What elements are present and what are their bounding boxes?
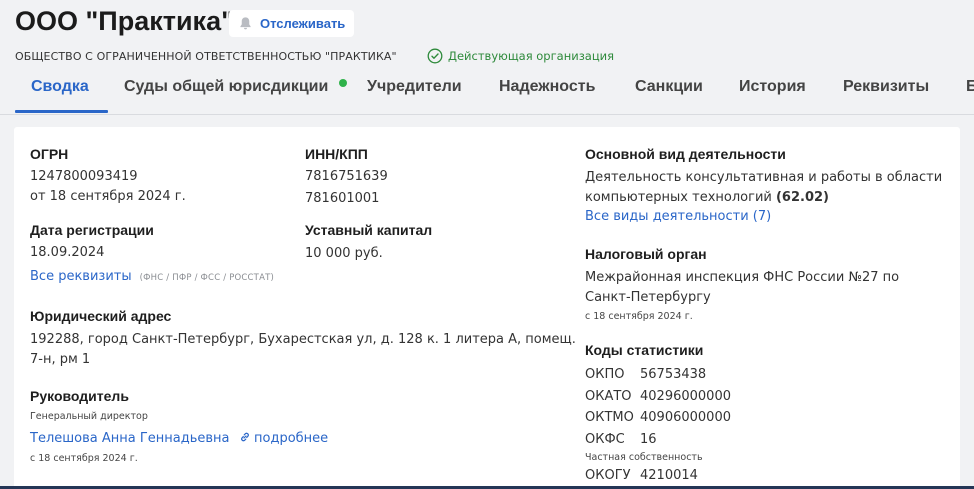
company-header: ООО "Практика" Отслеживать ОБЩЕСТВО С ОГ… — [0, 0, 974, 114]
activity-line-2: компьютерных технологий (62.02) — [585, 188, 829, 208]
code-key: ОКОГУ — [585, 468, 631, 483]
link-icon — [241, 432, 249, 442]
head-since: с 18 сентября 2024 г. — [30, 453, 138, 464]
tab-requisites[interactable]: Реквизиты — [843, 78, 929, 96]
activity-text: компьютерных технологий — [585, 190, 772, 205]
tax-label: Налоговый орган — [585, 246, 707, 262]
status-badge: Действующая организация — [427, 48, 614, 64]
tab-history[interactable]: История — [739, 78, 806, 96]
all-activities-link[interactable]: Все виды деятельности (7) — [585, 207, 771, 227]
code-row-okpo: ОКПО 56753438 — [585, 367, 706, 382]
code-row-oktmo: ОКТМО 40906000000 — [585, 410, 731, 425]
tab-reliability[interactable]: Надежность — [499, 78, 595, 96]
check-circle-icon — [427, 48, 443, 64]
code-key: ОКТМО — [585, 410, 634, 425]
capital-label: Уставный капитал — [305, 222, 433, 238]
reg-date-label: Дата регистрации — [30, 222, 154, 238]
all-requisites-link[interactable]: Все реквизиты (ФНС / ПФР / ФСС / РОССТАТ) — [30, 267, 274, 288]
tax-line-2: Санкт-Петербургу — [585, 290, 711, 305]
new-badge-dot — [339, 79, 347, 87]
tabs-divider — [0, 114, 974, 115]
kpp-value: 781601001 — [305, 191, 380, 206]
active-tab-indicator — [15, 110, 108, 113]
track-button-label: Отслеживать — [260, 16, 346, 31]
head-label: Руководитель — [30, 388, 129, 404]
address-line-1: 192288, город Санкт-Петербург, Бухарестс… — [30, 332, 576, 347]
company-title: ООО "Практика" — [15, 6, 234, 36]
head-name-link[interactable]: Телешова Анна Геннадьевна — [30, 429, 230, 449]
status-text: Действующая организация — [448, 49, 615, 63]
tab-founders[interactable]: Учредители — [367, 78, 462, 96]
summary-card: ОГРН 1247800093419 от 18 сентября 2024 г… — [14, 127, 960, 489]
reg-date-value: 18.09.2024 — [30, 245, 105, 260]
head-more-label[interactable]: подробнее — [254, 431, 328, 446]
code-key: ОКАТО — [585, 389, 632, 404]
activity-line-1: Деятельность консультативная и работы в … — [585, 170, 943, 185]
code-key: ОКФС — [585, 432, 625, 447]
code-value: 56753438 — [640, 367, 707, 382]
tax-line-1: Межрайонная инспекция ФНС России №27 по — [585, 270, 900, 285]
head-more-link[interactable]: подробнее — [239, 429, 328, 449]
requisites-sources: (ФНС / ПФР / ФСС / РОССТАТ) — [139, 273, 274, 283]
code-row-okfs: ОКФС 16 — [585, 432, 657, 447]
track-button[interactable]: Отслеживать — [229, 10, 355, 37]
code-value: 16 — [640, 432, 657, 447]
tax-since: с 18 сентября 2024 г. — [585, 311, 693, 322]
company-full-name: ОБЩЕСТВО С ОГРАНИЧЕННОЙ ОТВЕТСТВЕННОСТЬЮ… — [15, 50, 397, 63]
code-key: ОКПО — [585, 367, 625, 382]
codes-label: Коды статистики — [585, 342, 704, 358]
activity-label: Основной вид деятельности — [585, 146, 786, 162]
code-value: 40296000000 — [640, 389, 731, 404]
tab-sanctions[interactable]: Санкции — [635, 78, 703, 96]
tab-summary[interactable]: Сводка — [31, 78, 89, 96]
head-position: Генеральный директор — [30, 411, 148, 422]
all-requisites-label[interactable]: Все реквизиты — [30, 269, 132, 284]
inn-value: 7816751639 — [305, 169, 388, 184]
tab-bar: Сводка Суды общей юрисдикции Учредители … — [15, 70, 974, 114]
address-line-2: 7-н, рм 1 — [30, 352, 91, 367]
tab-more[interactable]: Б — [966, 78, 974, 96]
code-value: 40906000000 — [640, 410, 731, 425]
code-row-okogu: ОКОГУ 4210014 — [585, 468, 698, 483]
okfs-note: Частная собственность — [585, 452, 703, 463]
tab-courts[interactable]: Суды общей юрисдикции — [124, 78, 328, 96]
code-row-okato: ОКАТО 40296000000 — [585, 389, 731, 404]
bell-icon — [240, 17, 251, 30]
ogrn-label: ОГРН — [30, 146, 69, 162]
activity-code: (62.02) — [775, 190, 829, 205]
inn-kpp-label: ИНН/КПП — [305, 146, 368, 162]
code-value: 4210014 — [640, 468, 698, 483]
address-label: Юридический адрес — [30, 308, 172, 324]
ogrn-date: от 18 сентября 2024 г. — [30, 189, 186, 204]
capital-value: 10 000 руб. — [305, 246, 383, 261]
ogrn-value: 1247800093419 — [30, 169, 138, 184]
